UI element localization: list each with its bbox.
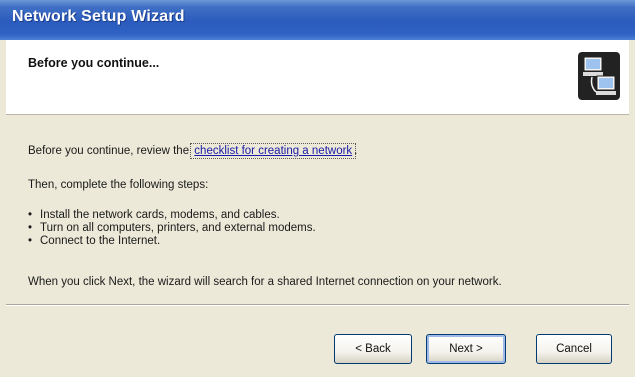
list-item: Install the network cards, modems, and c… bbox=[28, 209, 316, 222]
wizard-header: Before you continue... bbox=[6, 40, 629, 115]
intro-text: Before you continue, review the bbox=[28, 145, 193, 157]
steps-intro: Then, complete the following steps: bbox=[28, 179, 209, 191]
steps-list: Install the network cards, modems, and c… bbox=[28, 209, 316, 248]
wizard-footer: < Back Next > Cancel bbox=[6, 306, 629, 371]
cancel-button[interactable]: Cancel bbox=[536, 334, 612, 364]
window-title: Network Setup Wizard bbox=[12, 8, 185, 25]
search-note: When you click Next, the wizard will sea… bbox=[28, 276, 502, 288]
page-heading: Before you continue... bbox=[28, 56, 160, 70]
title-bar[interactable]: Network Setup Wizard bbox=[0, 0, 635, 40]
intro-line: Before you continue, review the checklis… bbox=[28, 143, 358, 159]
next-button[interactable]: Next > bbox=[426, 334, 506, 364]
back-button[interactable]: < Back bbox=[334, 334, 412, 364]
list-item: Connect to the Internet. bbox=[28, 235, 316, 248]
network-computers-icon bbox=[578, 52, 620, 100]
intro-period: . bbox=[354, 145, 358, 157]
wizard-content: Before you continue, review the checklis… bbox=[6, 115, 629, 295]
checklist-link[interactable]: checklist for creating a network bbox=[190, 143, 357, 159]
network-setup-wizard-window: Network Setup Wizard Before you continue… bbox=[0, 0, 635, 377]
list-item: Turn on all computers, printers, and ext… bbox=[28, 222, 316, 235]
